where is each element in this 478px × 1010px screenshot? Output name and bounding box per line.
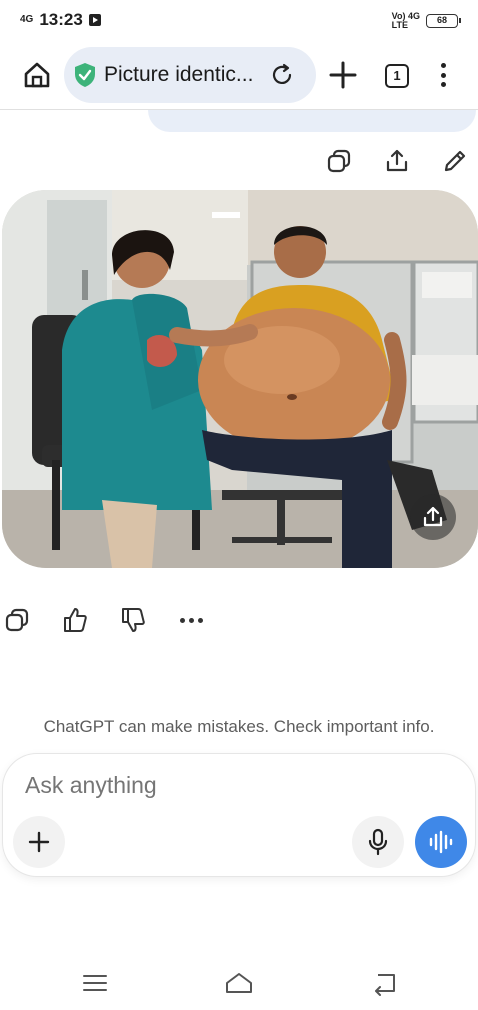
attach-button[interactable] [13,816,65,868]
dictation-button[interactable] [352,816,404,868]
copy-icon[interactable] [326,148,352,174]
thumbs-down-icon[interactable] [120,606,146,634]
network-indicator-bottom: LTE [391,20,408,30]
share-icon[interactable] [384,148,410,174]
signal-indicator: 4G [20,14,34,25]
voice-mode-button[interactable] [415,816,467,868]
disclaimer-text: ChatGPT can make mistakes. Check importa… [43,717,435,736]
message-composer [3,754,475,876]
image-share-button[interactable] [410,494,456,540]
upload-icon [423,506,443,527]
copy-icon[interactable] [4,606,30,634]
media-playing-icon [88,14,101,26]
address-bar[interactable]: Picture identic... [64,47,316,103]
security-shield-icon [75,63,95,87]
system-navigation-bar [0,960,478,1010]
reload-icon[interactable] [270,63,294,87]
generated-image[interactable] [2,190,478,568]
message-action-bar [4,606,204,634]
plus-icon [28,831,50,853]
system-home-icon[interactable] [224,970,254,996]
battery-level: 68 [436,15,447,25]
back-icon[interactable] [370,970,400,996]
page-title: Picture identic... [104,63,254,86]
previous-message-bubble [148,110,476,132]
recent-apps-icon[interactable] [80,970,110,996]
message-input[interactable] [25,772,425,799]
microphone-icon [368,828,388,856]
office-scene-illustration [2,190,478,568]
new-tab-icon[interactable] [328,60,358,90]
edit-icon[interactable] [442,148,468,174]
image-action-bar [326,148,468,174]
tab-switcher-button[interactable]: 1 [385,64,409,88]
home-icon[interactable] [22,60,52,90]
browser-menu-icon[interactable] [436,60,450,90]
clock: 13:23 [39,10,83,29]
voice-waveform-icon [429,830,453,854]
status-bar: 4G 13:23 Vo) 4G LTE 68 [0,0,478,40]
battery-icon: 68 [426,14,461,28]
thumbs-up-icon[interactable] [62,606,88,634]
browser-toolbar: Picture identic... 1 [0,40,478,110]
more-icon[interactable] [178,617,204,623]
